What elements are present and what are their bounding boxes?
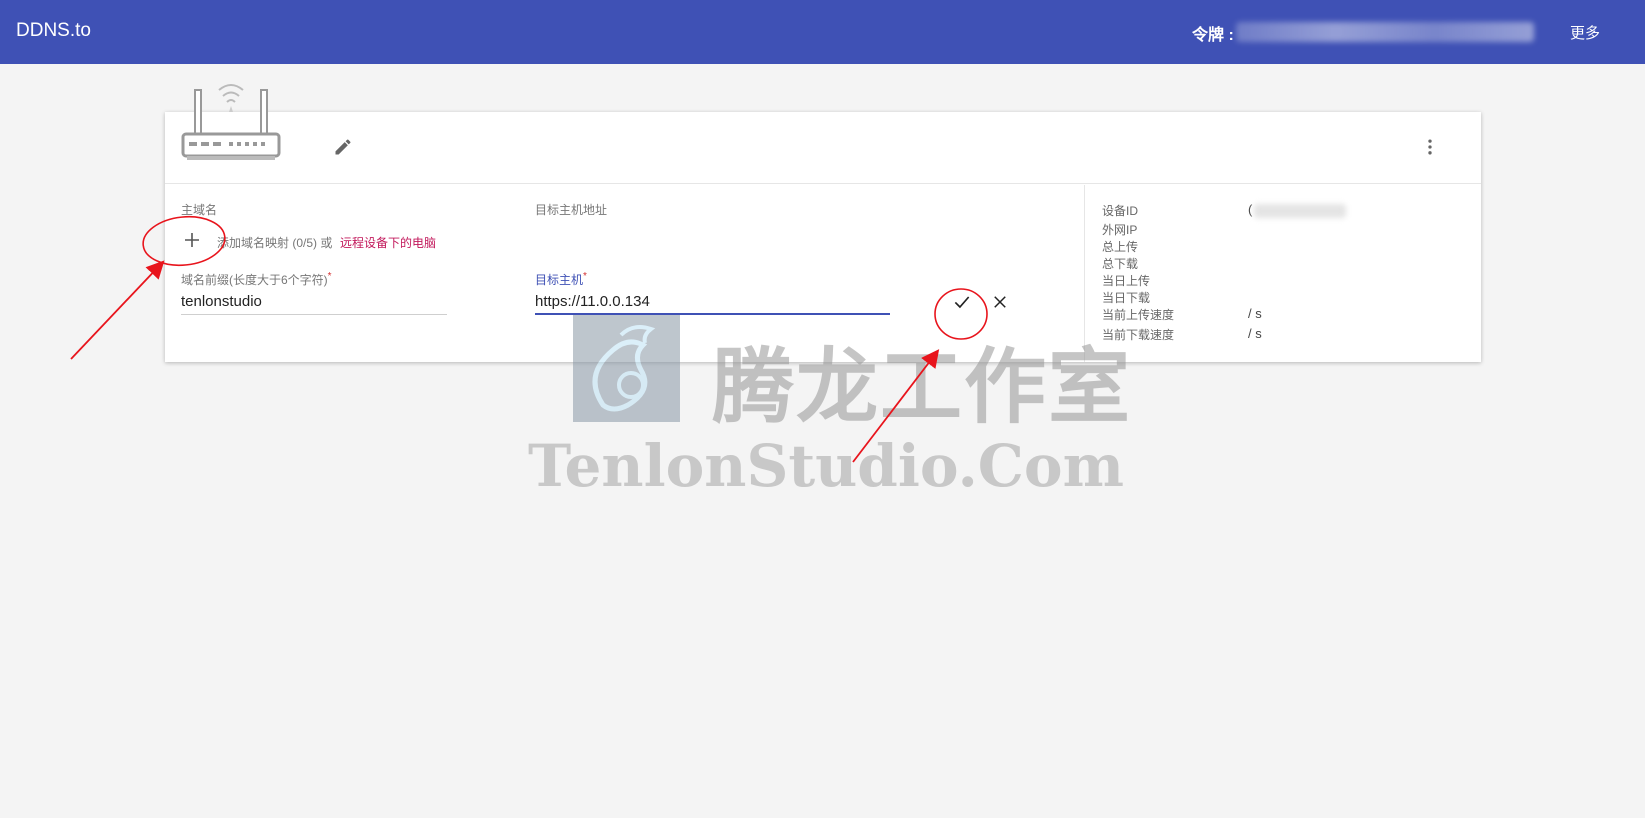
domain-mapping-panel: 主域名 目标主机地址 添加域名映射 (0/5) 或 远程设备下的电脑 域名前缀(…	[165, 185, 1085, 362]
device-id-prefix: (	[1248, 202, 1253, 217]
token-value-blurred	[1236, 22, 1534, 42]
today-download-label: 当日下载	[1102, 291, 1151, 305]
device-id-value-blurred	[1254, 204, 1346, 218]
today-upload-label: 当日上传	[1102, 274, 1151, 288]
prefix-field-label: 域名前缀(长度大于6个字符)*	[181, 271, 332, 288]
required-mark: *	[327, 271, 332, 282]
device-id-label: 设备ID	[1102, 204, 1139, 218]
brand-title[interactable]: DDNS.to	[16, 20, 91, 42]
watermark-text-en: TenlonStudio.Com	[528, 432, 1124, 500]
device-card: 主域名 目标主机地址 添加域名映射 (0/5) 或 远程设备下的电脑 域名前缀(…	[165, 84, 1481, 362]
prefix-field-label-text: 域名前缀(长度大于6个字符)	[181, 273, 328, 287]
close-icon	[994, 296, 1006, 308]
card-header	[165, 84, 1481, 184]
pencil-icon	[335, 139, 351, 155]
annotation-arrow-add	[70, 260, 165, 360]
target-host-field-label-text: 目标主机	[535, 273, 584, 287]
cancel-button[interactable]	[984, 287, 1016, 317]
edit-device-button[interactable]	[325, 129, 361, 165]
host-section-label: 主域名	[181, 203, 218, 217]
target-host-input[interactable]	[535, 289, 890, 315]
more-button[interactable]: 更多	[1564, 20, 1606, 44]
more-vert-icon	[1428, 139, 1432, 155]
confirm-button[interactable]	[946, 287, 978, 317]
domain-prefix-input[interactable]	[181, 289, 447, 315]
target-host-field-label: 目标主机*	[535, 271, 587, 288]
add-mapping-hint: 添加域名映射 (0/5) 或	[217, 236, 333, 250]
token-label: 令牌 :	[1192, 27, 1234, 44]
target-section-label: 目标主机地址	[535, 203, 608, 217]
upload-speed-label: 当前上传速度	[1102, 308, 1175, 322]
router-icon	[181, 84, 281, 160]
total-download-label: 总下载	[1102, 257, 1139, 271]
total-upload-label: 总上传	[1102, 240, 1139, 254]
device-info-panel: 设备ID ( 外网IP 总上传 总下载 当日上传 当日下载 当前上传速度 / s…	[1086, 185, 1481, 362]
plus-icon	[185, 233, 199, 247]
top-app-bar: DDNS.to 令牌 : 更多	[0, 0, 1645, 64]
download-speed-value: / s	[1248, 326, 1262, 341]
download-speed-label: 当前下载速度	[1102, 328, 1175, 342]
public-ip-label: 外网IP	[1102, 223, 1138, 237]
required-mark: *	[583, 271, 587, 282]
upload-speed-value: / s	[1248, 306, 1262, 321]
check-icon	[954, 296, 970, 309]
add-mapping-button[interactable]	[175, 223, 209, 257]
remote-device-link[interactable]: 远程设备下的电脑	[340, 234, 436, 251]
annotation-arrow-confirm	[852, 349, 940, 463]
card-menu-button[interactable]	[1413, 130, 1447, 164]
